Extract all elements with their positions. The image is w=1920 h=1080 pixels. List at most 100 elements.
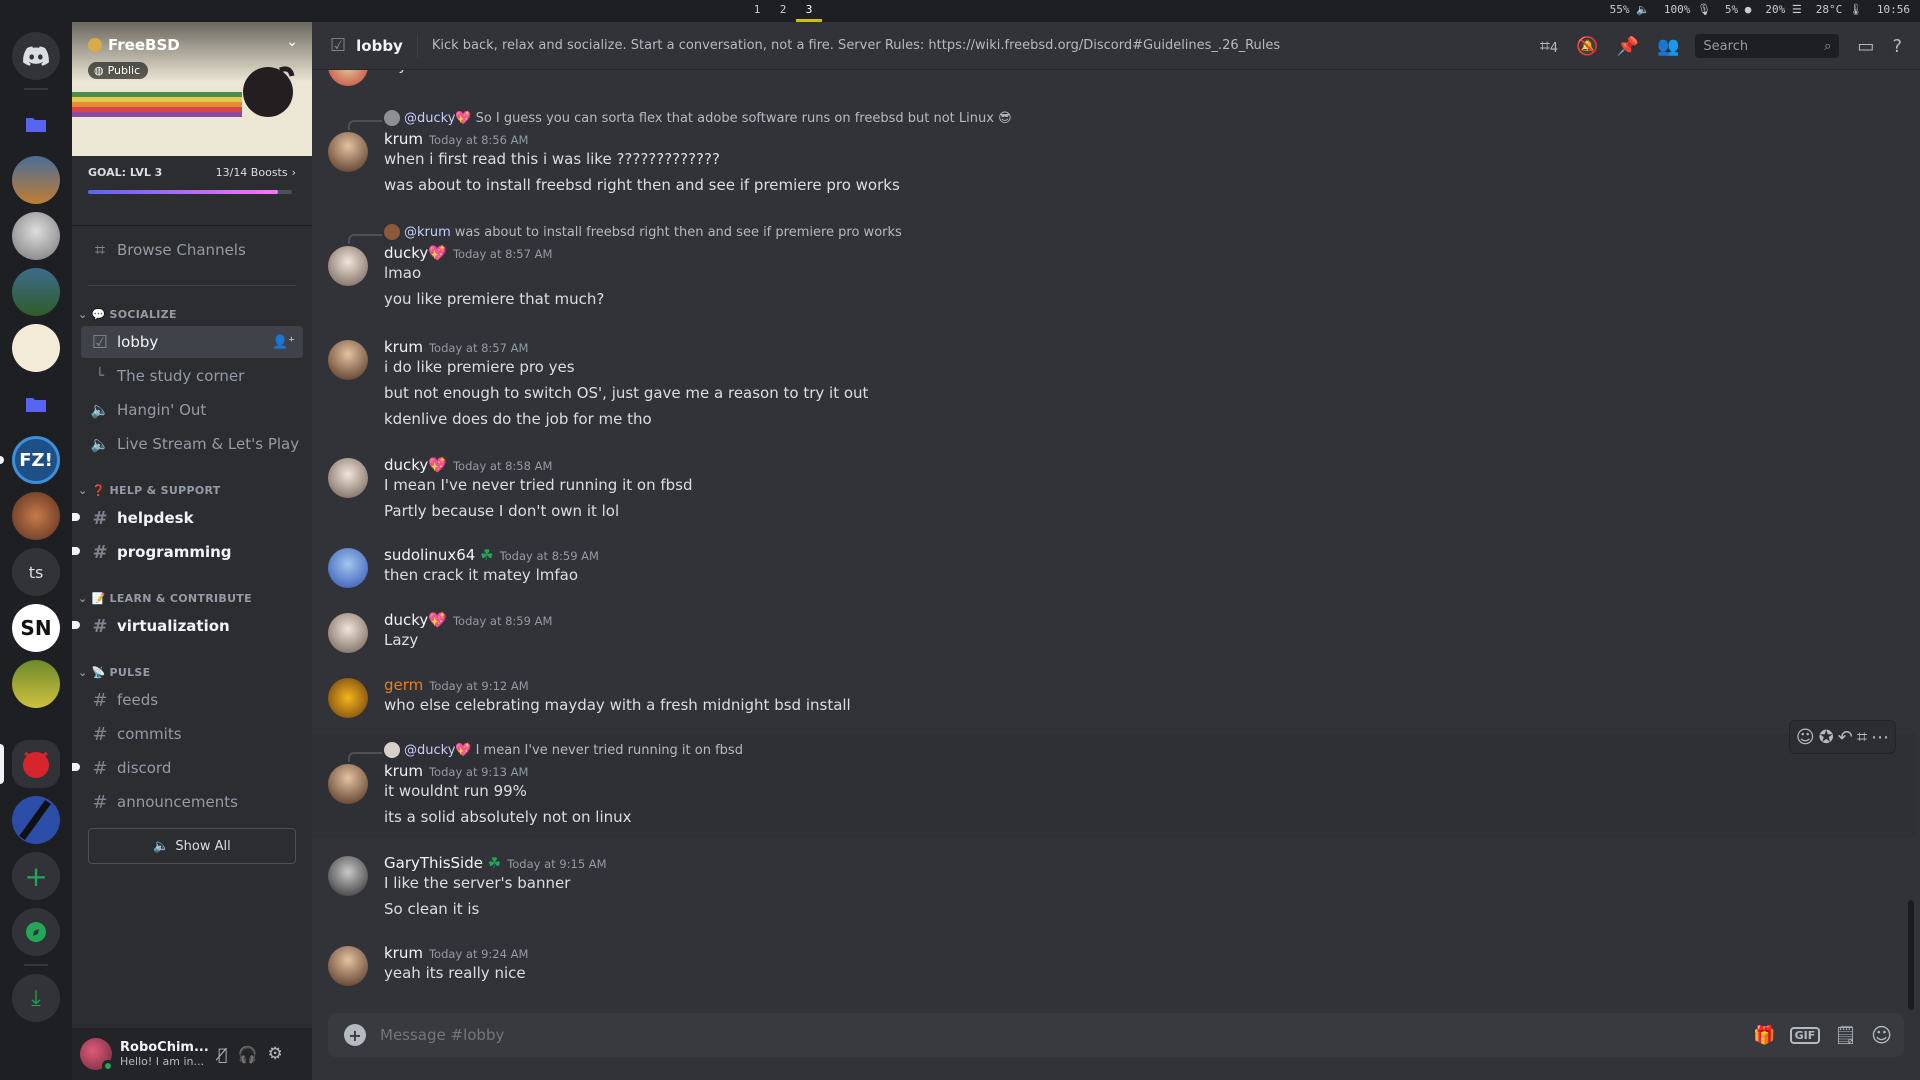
- settings-gear-icon[interactable]: ⚙: [268, 1044, 283, 1064]
- message-text: who else celebrating mayday with a fresh…: [384, 696, 851, 714]
- threads-icon[interactable]: ⌗4: [1540, 36, 1558, 57]
- chevron-down-icon[interactable]: ⌄: [286, 34, 298, 50]
- message-group-hovered[interactable]: @ducky💖 I mean I've never tried running i…: [312, 734, 1916, 838]
- avatar[interactable]: [328, 548, 368, 588]
- folder-icon[interactable]: [12, 380, 60, 428]
- message-group[interactable]: sudolinux64 ☘ Today at 8:59 AM then crack…: [312, 546, 1916, 590]
- message-input[interactable]: [380, 1026, 1754, 1044]
- avatar[interactable]: [328, 246, 368, 286]
- discord-home-icon[interactable]: [12, 32, 60, 80]
- channel-announcements[interactable]: # announcements: [81, 786, 303, 818]
- timestamp: Today at 8:57 AM: [452, 247, 553, 261]
- reply-preview[interactable]: @krum was about to install freebsd right …: [384, 224, 902, 240]
- channel-feeds[interactable]: # feeds: [81, 684, 303, 716]
- reply-avatar: [384, 742, 400, 758]
- server-name-row[interactable]: FreeBSD: [88, 36, 180, 54]
- notification-bell-muted-icon[interactable]: 🔕: [1576, 36, 1598, 57]
- message-group[interactable]: @ducky💖 So I guess you can sorta flex tha…: [312, 110, 1916, 198]
- explore-icon[interactable]: [12, 908, 60, 956]
- show-all-button[interactable]: 🔈 Show All: [88, 828, 296, 864]
- search-input[interactable]: Search ⌕: [1695, 34, 1840, 58]
- members-icon[interactable]: 👥: [1657, 36, 1679, 57]
- workspace-3[interactable]: 3: [796, 0, 822, 22]
- gif-icon[interactable]: GIF: [1789, 1026, 1821, 1044]
- avatar[interactable]: [328, 678, 368, 718]
- message-group[interactable]: GaryThisSide ☘ Today at 9:15 AM I like th…: [312, 854, 1916, 920]
- avatar[interactable]: [328, 132, 368, 172]
- server-icon[interactable]: [12, 212, 60, 260]
- channel-virtualization[interactable]: # virtualization: [72, 610, 303, 642]
- message-group[interactable]: krum Today at 8:57 AM i do like premiere …: [312, 338, 1916, 430]
- freebsd-server-icon[interactable]: [12, 740, 60, 788]
- avatar[interactable]: [328, 340, 368, 380]
- avatar[interactable]: [328, 946, 368, 986]
- help-icon[interactable]: ?: [1892, 36, 1902, 57]
- invite-icon[interactable]: 👤⁺: [272, 335, 295, 350]
- add-reaction-icon[interactable]: ☺: [1796, 727, 1815, 748]
- online-status-icon: [102, 1060, 114, 1072]
- avatar[interactable]: [328, 70, 368, 86]
- reply-preview[interactable]: @ducky💖 I mean I've never tried running i…: [384, 742, 743, 758]
- server-icon[interactable]: [12, 324, 60, 372]
- message-group[interactable]: krum Today at 9:24 AM yeah its really nic…: [312, 944, 1916, 988]
- server-banner[interactable]: FreeBSD ⌄ ◍ Public: [72, 22, 312, 156]
- channel-topic[interactable]: Kick back, relax and socialize. Start a …: [432, 38, 1280, 53]
- message-group[interactable]: germ Today at 9:12 AM who else celebratin…: [312, 676, 1916, 720]
- add-server-icon[interactable]: +: [12, 852, 60, 900]
- clock: 10:56: [1876, 3, 1910, 16]
- headphones-icon[interactable]: 🎧: [238, 1045, 258, 1064]
- channel-commits[interactable]: # commits: [81, 718, 303, 750]
- server-icon[interactable]: FZ!: [12, 436, 60, 484]
- message-group[interactable]: cry: [312, 70, 1916, 102]
- gift-icon[interactable]: 🎁: [1753, 1025, 1775, 1046]
- channel-hangin-out[interactable]: 🔈 Hangin' Out: [81, 394, 303, 426]
- user-info[interactable]: RoboChim... Hello! I am in...: [120, 1040, 210, 1068]
- more-options-icon[interactable]: ⋯: [1871, 727, 1889, 748]
- avatar[interactable]: [328, 856, 368, 896]
- boost-goal[interactable]: GOAL: LVL 3 13/14 Boosts ›: [72, 156, 312, 226]
- leaf-badge-icon: ☘: [480, 546, 494, 564]
- search-icon: ⌕: [1824, 38, 1832, 54]
- scrollbar-thumb[interactable]: [1908, 900, 1914, 1010]
- message-group[interactable]: @krum was about to install freebsd right …: [312, 224, 1916, 312]
- channel-lobby[interactable]: ☑ lobby 👤⁺: [81, 326, 303, 358]
- category-pulse[interactable]: ⌄ 📡 PULSE: [78, 666, 150, 679]
- server-icon[interactable]: SN: [12, 604, 60, 652]
- channel-discord[interactable]: # discord: [72, 752, 303, 784]
- server-icon[interactable]: [12, 660, 60, 708]
- create-thread-icon[interactable]: ⌗: [1857, 727, 1867, 748]
- emoji-icon[interactable]: ☺: [1871, 1023, 1892, 1047]
- workspace-1[interactable]: 1: [744, 0, 770, 22]
- server-icon[interactable]: [12, 796, 60, 844]
- avatar[interactable]: [328, 764, 368, 804]
- message-group[interactable]: ducky💖 Today at 8:58 AM I mean I've never…: [312, 456, 1916, 522]
- download-icon[interactable]: ⤓: [12, 974, 60, 1022]
- channel-helpdesk[interactable]: # helpdesk: [72, 502, 303, 534]
- folder-icon[interactable]: [12, 100, 60, 148]
- avatar[interactable]: [328, 613, 368, 653]
- category-socialize[interactable]: ⌄ 💬 SOCIALIZE: [78, 308, 177, 321]
- reply-icon[interactable]: ↶: [1838, 727, 1853, 748]
- channel-programming[interactable]: # programming: [72, 536, 303, 568]
- mute-mic-icon[interactable]: 🎙̸: [218, 1045, 228, 1064]
- channel-live-stream[interactable]: 🔈 Live Stream & Let's Play: [81, 428, 303, 460]
- user-avatar[interactable]: [80, 1038, 114, 1072]
- inbox-icon[interactable]: ▭: [1857, 36, 1874, 57]
- browse-channels[interactable]: ⌗ Browse Channels: [81, 234, 303, 266]
- avatar[interactable]: [328, 458, 368, 498]
- category-learn[interactable]: ⌄ 📝 LEARN & CONTRIBUTE: [78, 592, 252, 605]
- server-icon[interactable]: [12, 156, 60, 204]
- pin-icon[interactable]: 📌: [1617, 36, 1639, 57]
- thread-study-corner[interactable]: └ The study corner: [81, 360, 303, 392]
- sticker-icon[interactable]: 🗒: [1834, 1025, 1857, 1046]
- server-icon[interactable]: [12, 492, 60, 540]
- attach-plus-icon[interactable]: +: [344, 1024, 366, 1046]
- workspace-2[interactable]: 2: [770, 0, 796, 22]
- reply-preview[interactable]: @ducky💖 So I guess you can sorta flex tha…: [384, 110, 1012, 126]
- super-reaction-icon[interactable]: ✪: [1819, 727, 1834, 748]
- server-icon[interactable]: [12, 268, 60, 316]
- category-help[interactable]: ⌄ ❓ HELP & SUPPORT: [78, 484, 221, 497]
- timestamp: Today at 9:15 AM: [507, 857, 607, 871]
- server-icon[interactable]: ts: [12, 548, 60, 596]
- message-group[interactable]: ducky💖 Today at 8:59 AM Lazy: [312, 611, 1916, 655]
